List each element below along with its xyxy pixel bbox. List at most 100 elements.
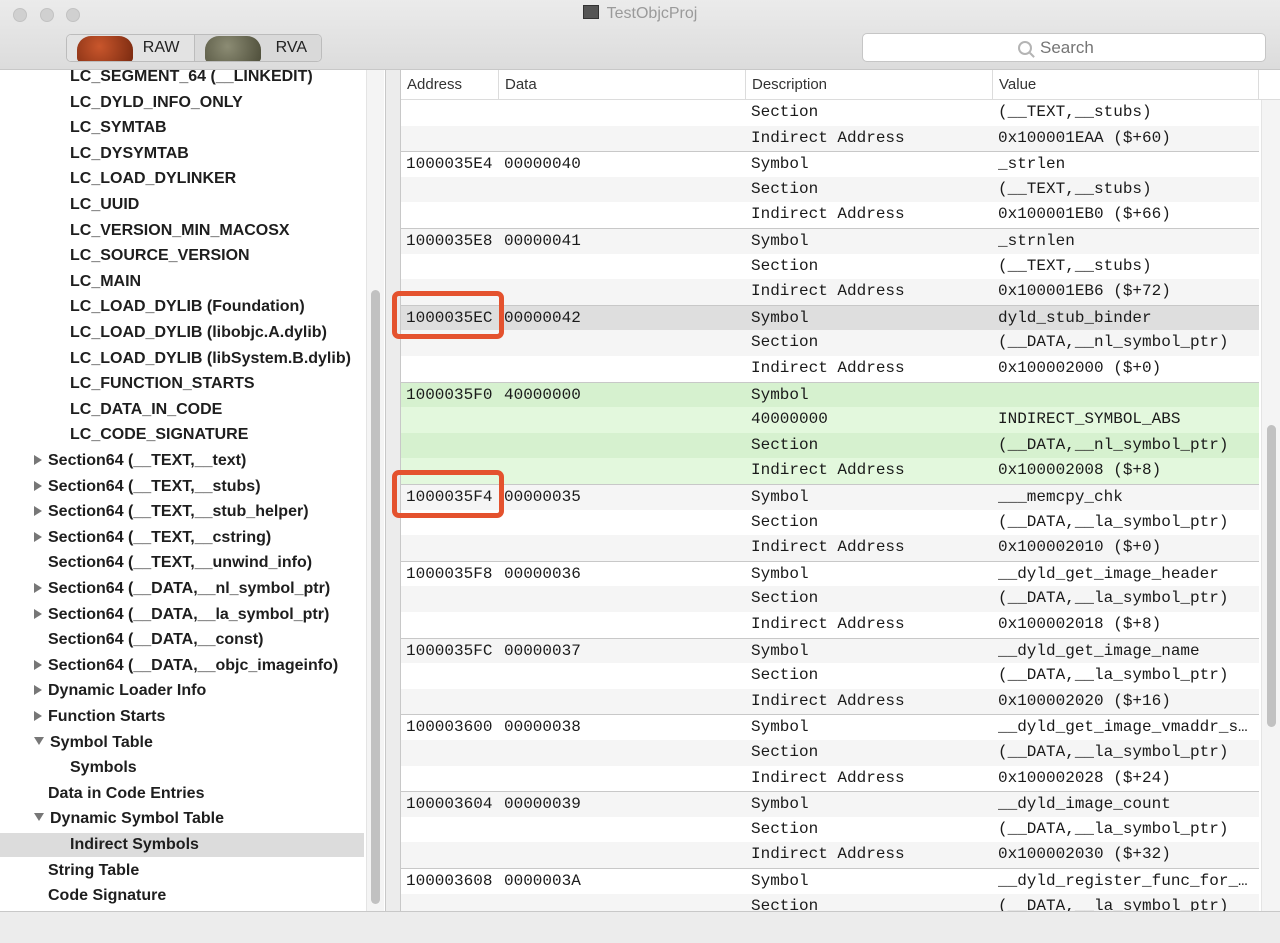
disclosure-open-icon[interactable] [34,736,44,745]
table-row[interactable]: Section (__DATA,__la_symbol_ptr) [401,586,1259,612]
table-row[interactable]: Section (__DATA,__nl_symbol_ptr) [401,432,1259,459]
sidebar-item[interactable]: LC_LOAD_DYLINKER [70,167,236,191]
sidebar-item[interactable]: LC_LOAD_DYLIB (libSystem.B.dylib) [70,347,351,371]
sidebar-item[interactable]: LC_DATA_IN_CODE [70,398,222,422]
disclosure-closed-icon[interactable] [34,480,42,491]
table-scroll-thumb[interactable] [1267,425,1276,727]
table-row[interactable]: Section (__DATA,__la_symbol_ptr) [401,510,1259,536]
column-header-address[interactable]: Address [401,70,499,100]
sidebar-item[interactable]: LC_LOAD_DYLIB (libobjc.A.dylib) [70,321,327,345]
value-cell: (__DATA,__la_symbol_ptr) [998,589,1229,608]
sidebar-item-label: Dynamic Loader Info [48,682,207,700]
disclosure-closed-icon[interactable] [34,531,42,542]
table-row[interactable]: Section (__TEXT,__stubs) [401,176,1259,203]
sidebar-item[interactable]: LC_CODE_SIGNATURE [70,423,248,447]
sidebar-item-label: Section64 (__DATA,__const) [48,631,264,649]
table-row[interactable]: Indirect Address 0x100002030 ($+32) [401,842,1259,868]
disclosure-open-icon[interactable] [34,813,44,822]
table-row[interactable]: 1000035F8 00000036 Symbol __dyld_get_image_… [401,560,1259,587]
sidebar-item[interactable]: LC_LOAD_DYLIB (Foundation) [70,295,305,319]
sidebar-item[interactable]: Dynamic Symbol Table [34,807,224,831]
description-cell: Symbol [751,308,809,327]
table-row[interactable]: 1000035F0 40000000 Symbol [401,381,1259,408]
sidebar-scrollbar[interactable] [366,70,384,911]
rva-button[interactable]: RVA [193,35,321,61]
description-cell: Indirect Address [751,538,905,557]
sidebar-item[interactable]: LC_SOURCE_VERSION [70,244,250,268]
disclosure-closed-icon[interactable] [34,659,42,670]
table-row[interactable]: 40000000 INDIRECT_SYMBOL_ABS [401,407,1259,433]
sidebar-item[interactable]: Section64 (__TEXT,__cstring) [34,526,271,550]
search-field[interactable] [862,33,1266,62]
sidebar-item[interactable]: Section64 (__DATA,__const) [48,628,263,652]
sidebar-item[interactable]: LC_DYLD_INFO_ONLY [70,91,243,115]
table-row[interactable]: Indirect Address 0x100001EAA ($+60) [401,125,1259,152]
disclosure-closed-icon[interactable] [34,455,42,465]
sidebar-item[interactable]: Section64 (__TEXT,__stubs) [34,475,261,499]
sidebar-item[interactable]: Data in Code Entries [48,782,204,806]
sidebar-item[interactable]: LC_DYSYMTAB [70,142,189,166]
sidebar-item[interactable]: Function Starts [34,705,165,729]
table-row[interactable]: Section (__DATA,__la_symbol_ptr) [401,893,1259,911]
raw-button[interactable]: RAW [67,35,194,61]
sidebar-item[interactable]: String Table [48,859,139,883]
sidebar-item[interactable]: Symbols [70,756,137,780]
sidebar-item[interactable]: Dynamic Loader Info [34,679,206,703]
table-row[interactable]: Indirect Address 0x100002020 ($+16) [401,688,1259,715]
table-row[interactable]: Indirect Address 0x100002008 ($+8) [401,458,1259,484]
table-row[interactable]: 100003600 00000038 Symbol __dyld_get_image_… [401,714,1259,740]
status-bar [0,911,1280,943]
description-cell: Section [751,103,819,121]
sidebar-item[interactable]: Section64 (__DATA,__objc_imageinfo) [34,654,338,678]
table-row[interactable]: 1000035F4 00000035 Symbol ___memcpy_chk [401,484,1259,510]
table-row[interactable]: 1000035E8 00000041 Symbol _strnlen [401,228,1259,254]
sidebar-scroll-thumb[interactable] [371,290,380,904]
table-row[interactable]: 100003608 0000003A Symbol __dyld_register_f… [401,868,1259,894]
table-row[interactable]: Indirect Address 0x100001EB0 ($+66) [401,202,1259,228]
table-row[interactable]: 1000035EC 00000042 Symbol dyld_stub_binder [401,304,1259,331]
sidebar-item[interactable]: Indirect Symbols [0,833,364,857]
sidebar-item[interactable]: Section64 (__DATA,__nl_symbol_ptr) [34,577,330,601]
sidebar-item[interactable]: LC_UUID [70,193,139,217]
table-row[interactable]: 1000035E4 00000040 Symbol _strlen [401,151,1259,177]
search-input[interactable] [1040,37,1110,58]
disclosure-closed-icon[interactable] [34,608,42,619]
sidebar-item[interactable]: Section64 (__TEXT,__unwind_info) [48,551,312,575]
table-row[interactable]: Section (__TEXT,__stubs) [401,100,1259,126]
table-row[interactable]: 1000035FC 00000037 Symbol __dyld_get_image_… [401,637,1259,664]
table-row[interactable]: Indirect Address 0x100002018 ($+8) [401,612,1259,638]
table-scrollbar[interactable] [1261,100,1280,911]
sidebar-item[interactable]: LC_FUNCTION_STARTS [70,372,255,396]
table-row[interactable]: Indirect Address 0x100001EB6 ($+72) [401,279,1259,305]
table-row[interactable]: Indirect Address 0x100002028 ($+24) [401,766,1259,792]
value-cell: 0x100002018 ($+8) [998,615,1162,633]
sidebar-item[interactable]: LC_SYMTAB [70,116,167,140]
disclosure-closed-icon[interactable] [34,583,42,593]
sidebar-item[interactable]: Code Signature [48,884,166,908]
sidebar-item[interactable]: LC_SEGMENT_64 (__LINKEDIT) [70,70,313,89]
sidebar-item[interactable]: Section64 (__TEXT,__text) [34,449,246,473]
data-cell: 00000040 [504,155,581,174]
table-row[interactable]: Indirect Address 0x100002010 ($+0) [401,535,1259,561]
table-row[interactable]: Indirect Address 0x100002000 ($+0) [401,356,1259,382]
column-header-description[interactable]: Description [746,70,993,100]
table-row[interactable]: Section (__DATA,__nl_symbol_ptr) [401,330,1259,356]
disclosure-closed-icon[interactable] [34,685,42,696]
column-header-value[interactable]: Value [993,70,1259,100]
sidebar-item[interactable]: Section64 (__DATA,__la_symbol_ptr) [34,603,329,627]
column-header-data[interactable]: Data [499,70,746,100]
sidebar-item[interactable]: Symbol Table [34,731,153,755]
description-cell: Section [751,333,819,352]
table-row[interactable]: 100003604 00000039 Symbol __dyld_image_coun… [401,791,1259,817]
sidebar-item-label: LC_CODE_SIGNATURE [70,426,249,444]
disclosure-closed-icon[interactable] [34,711,42,721]
table-row[interactable]: Section (__TEXT,__stubs) [401,254,1259,280]
sidebar-item-label: Section64 (__TEXT,__cstring) [48,528,272,546]
sidebar-item[interactable]: LC_MAIN [70,270,141,294]
sidebar-item[interactable]: LC_VERSION_MIN_MACOSX [70,219,290,243]
table-row[interactable]: Section (__DATA,__la_symbol_ptr) [401,740,1259,766]
table-row[interactable]: Section (__DATA,__la_symbol_ptr) [401,663,1259,689]
disclosure-closed-icon[interactable] [34,506,42,517]
sidebar-item[interactable]: Section64 (__TEXT,__stub_helper) [34,500,309,524]
table-row[interactable]: Section (__DATA,__la_symbol_ptr) [401,817,1259,843]
